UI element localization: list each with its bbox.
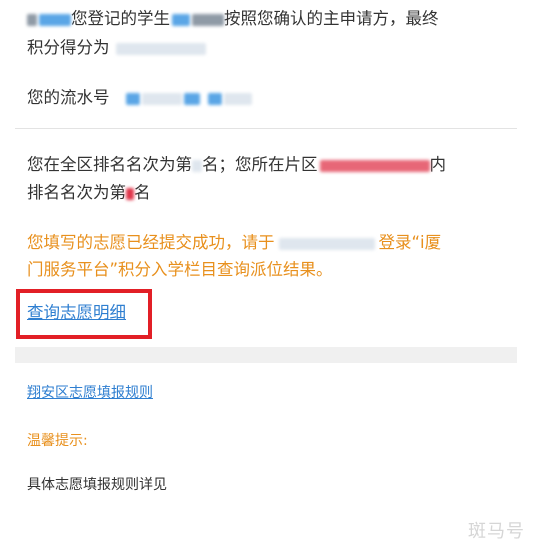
redacted-rank (126, 187, 134, 200)
tips-title: 温馨提示: (27, 433, 88, 449)
notice-line-2: 门服务平台”积分入学栏目查询派位结果。 (27, 257, 333, 283)
redacted-rank (192, 159, 202, 172)
view-details-link[interactable]: 查询志愿明细 (27, 300, 126, 326)
notice-text: 门服务平台”积分入学栏目查询派位结果。 (27, 260, 333, 279)
redacted-student-name (192, 13, 224, 26)
redacted-parent-name (39, 13, 71, 26)
result-line-2: 积分得分为 (27, 35, 206, 61)
redacted-serial (223, 92, 252, 105)
rank-text: 排名名次为第 (27, 183, 126, 202)
rank-text: 您在全区排名名次为第 (27, 155, 192, 174)
redacted-serial (183, 92, 200, 105)
rank-text: 名 (134, 183, 151, 202)
score-label: 积分得分为 (27, 38, 110, 57)
tips-body: 具体志愿填报规则详见 (27, 477, 167, 493)
result-text: 您登记的学生 (71, 9, 170, 28)
notice-text: 登录“i厦 (378, 233, 442, 252)
redacted-parent-name (27, 13, 37, 26)
ranking-line-2: 排名名次为第名 (27, 180, 151, 206)
redacted-serial (207, 92, 222, 105)
rank-text: 名；您所在片区 (202, 155, 318, 174)
notice-text: 您填写的志愿已经提交成功，请于 (27, 233, 275, 252)
serial-line: 您的流水号 (27, 85, 252, 111)
result-text: 按照您确认的主申请方，最终 (224, 9, 439, 28)
redacted-student-name (172, 13, 190, 26)
rank-text: 内 (429, 155, 447, 174)
redacted-date (278, 237, 375, 250)
notice-line-1: 您填写的志愿已经提交成功，请于 登录“i厦 (27, 230, 441, 256)
result-line-1: 您登记的学生 按照您确认的主申请方，最终 (27, 6, 439, 32)
rules-link[interactable]: 翔安区志愿填报规则 (27, 380, 153, 406)
serial-label: 您的流水号 (27, 88, 110, 107)
redacted-serial (125, 92, 140, 105)
redacted-score (115, 42, 206, 55)
section-separator (15, 347, 517, 363)
divider (15, 128, 517, 129)
watermark: 斑马号 (468, 521, 525, 542)
redacted-district (319, 159, 430, 172)
redacted-serial (141, 92, 182, 105)
ranking-line-1: 您在全区排名名次为第 名；您所在片区 内 (27, 152, 446, 178)
